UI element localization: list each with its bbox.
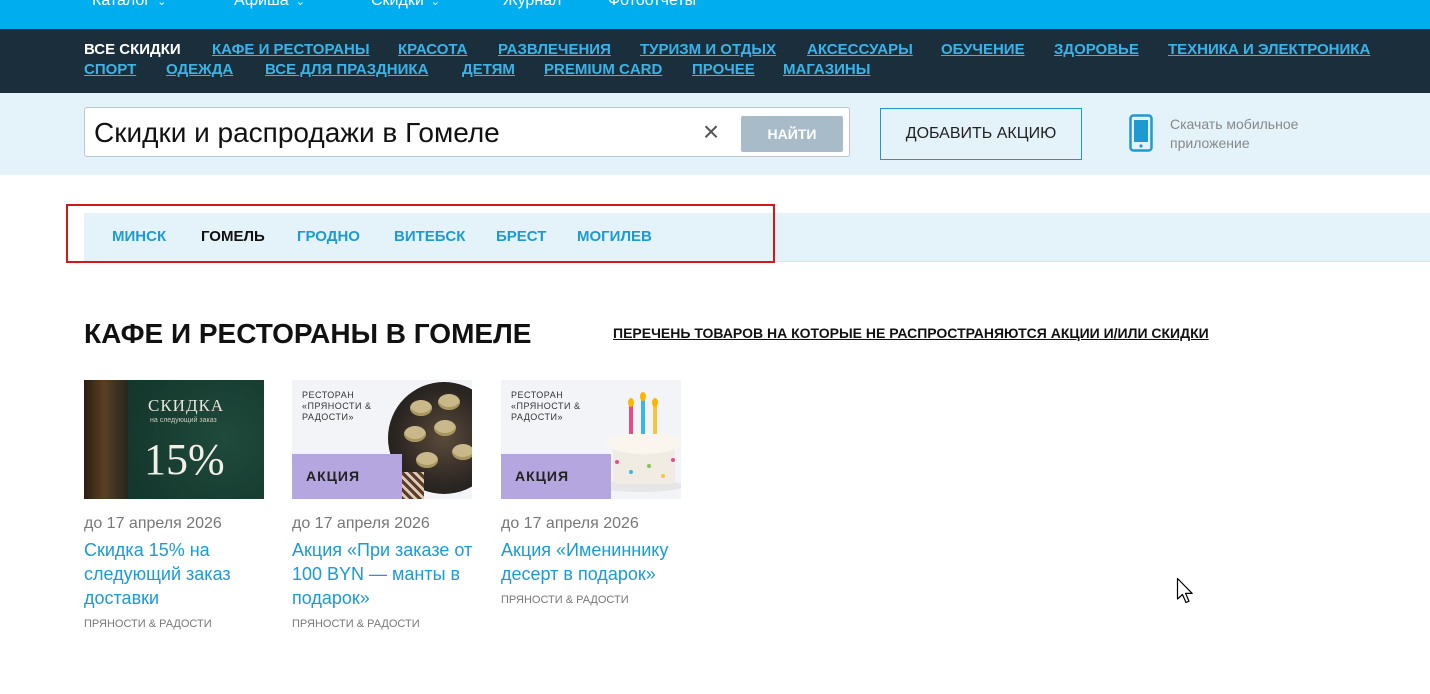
top-navigation: Каталог ⌄ Афиша ⌄ Скидки ⌄ Журнал Фотоотчет…: [0, 0, 1430, 29]
download-app-link[interactable]: Скачать мобильное приложение: [1170, 115, 1350, 153]
category-education[interactable]: Обучение: [941, 41, 1025, 59]
tab-city-grodno[interactable]: ГРОДНО: [297, 228, 360, 246]
category-shops[interactable]: Магазины: [783, 61, 870, 79]
promo-date: до 17 апреля 2026: [292, 515, 430, 532]
chevron-down-icon: ⌄: [295, 0, 305, 8]
mobile-phone-icon[interactable]: [1129, 114, 1153, 152]
promo-image[interactable]: РЕСТОРАН «ПРЯНОСТИ & РАДОСТИ» АКЦИЯ: [501, 380, 681, 499]
tab-city-gomel[interactable]: ГОМЕЛЬ: [201, 228, 265, 246]
search-query-text: Скидки и распродажи в Гомеле: [94, 117, 500, 148]
mouse-cursor-icon: [1176, 577, 1193, 604]
promo-title-link[interactable]: Скидка 15% на следующий заказ доставки: [84, 538, 269, 610]
promo-vendor[interactable]: ПРЯНОСТИ & РАДОСТИ: [84, 617, 269, 631]
category-tourism[interactable]: Туризм и отдых: [640, 41, 776, 59]
category-all-discounts[interactable]: Все скидки: [84, 41, 181, 59]
promo-date: до 17 апреля 2026: [84, 515, 222, 532]
category-bar: Все скидки Кафе и рестораны Красота Разв…: [0, 29, 1430, 93]
category-children[interactable]: Детям: [462, 61, 515, 79]
chevron-down-icon: ⌄: [157, 0, 167, 8]
category-electronics[interactable]: Техника и электроника: [1168, 41, 1370, 59]
promo-vendor[interactable]: ПРЯНОСТИ & РАДОСТИ: [501, 593, 686, 607]
city-tabs: МИНСК ГОМЕЛЬ ГРОДНО ВИТЕБСК БРЕСТ МОГИЛЕ…: [84, 213, 1430, 262]
category-accessories[interactable]: Аксессуары: [807, 41, 913, 59]
topnav-item-photoreports[interactable]: Фотоотчеты: [608, 0, 696, 11]
category-health[interactable]: Здоровье: [1054, 41, 1139, 59]
promo-date: до 17 апреля 2026: [501, 515, 639, 532]
promo-image[interactable]: СКИДКА на следующий заказ 15%: [84, 380, 264, 499]
category-sport[interactable]: Спорт: [84, 61, 136, 79]
search-button[interactable]: НАЙТИ: [741, 116, 843, 152]
topnav-item-journal[interactable]: Журнал: [503, 0, 561, 11]
category-clothing[interactable]: Одежда: [166, 61, 233, 79]
page-title: КАФЕ И РЕСТОРАНЫ В ГОМЕЛЕ: [84, 318, 532, 349]
category-beauty[interactable]: Красота: [398, 41, 467, 59]
search-input[interactable]: Скидки и распродажи в Гомеле × НАЙТИ: [84, 107, 850, 157]
category-entertainment[interactable]: Развлечения: [498, 41, 611, 59]
promo-title-link[interactable]: Акция «Имениннику десерт в подарок»: [501, 538, 686, 586]
category-premium-card[interactable]: Premium card: [544, 61, 662, 79]
promo-card[interactable]: СКИДКА на следующий заказ 15% до 17 апре…: [84, 380, 269, 631]
category-cafe-restaurants[interactable]: Кафе и рестораны: [212, 41, 370, 59]
tab-city-minsk[interactable]: МИНСК: [112, 228, 166, 246]
promo-image[interactable]: РЕСТОРАН «ПРЯНОСТИ & РАДОСТИ» АКЦИЯ: [292, 380, 472, 499]
tab-city-brest[interactable]: БРЕСТ: [496, 228, 546, 246]
promo-card[interactable]: РЕСТОРАН «ПРЯНОСТИ & РАДОСТИ» АКЦИЯ до 1…: [292, 380, 477, 631]
topnav-item-catalog[interactable]: Каталог ⌄: [92, 0, 166, 12]
tab-city-mogilev[interactable]: МОГИЛЕВ: [577, 228, 652, 246]
add-promo-button[interactable]: ДОБАВИТЬ АКЦИЮ: [880, 108, 1082, 160]
category-other[interactable]: Прочее: [692, 61, 755, 79]
promo-vendor[interactable]: ПРЯНОСТИ & РАДОСТИ: [292, 617, 477, 631]
promo-card[interactable]: РЕСТОРАН «ПРЯНОСТИ & РАДОСТИ» АКЦИЯ до 1…: [501, 380, 686, 607]
topnav-item-afisha[interactable]: Афиша ⌄: [234, 0, 305, 12]
promo-title-link[interactable]: Акция «При заказе от 100 BYN — манты в п…: [292, 538, 477, 610]
search-band: Скидки и распродажи в Гомеле × НАЙТИ ДОБ…: [0, 93, 1430, 175]
exclusions-link[interactable]: ПЕРЕЧЕНЬ ТОВАРОВ НА КОТОРЫЕ НЕ РАСПРОСТР…: [613, 324, 1209, 342]
chevron-down-icon: ⌄: [430, 0, 440, 8]
tab-city-vitebsk[interactable]: ВИТЕБСК: [394, 228, 465, 246]
category-holiday[interactable]: Все для праздника: [265, 61, 428, 79]
close-icon[interactable]: ×: [699, 118, 723, 146]
topnav-item-discounts[interactable]: Скидки ⌄: [371, 0, 440, 12]
